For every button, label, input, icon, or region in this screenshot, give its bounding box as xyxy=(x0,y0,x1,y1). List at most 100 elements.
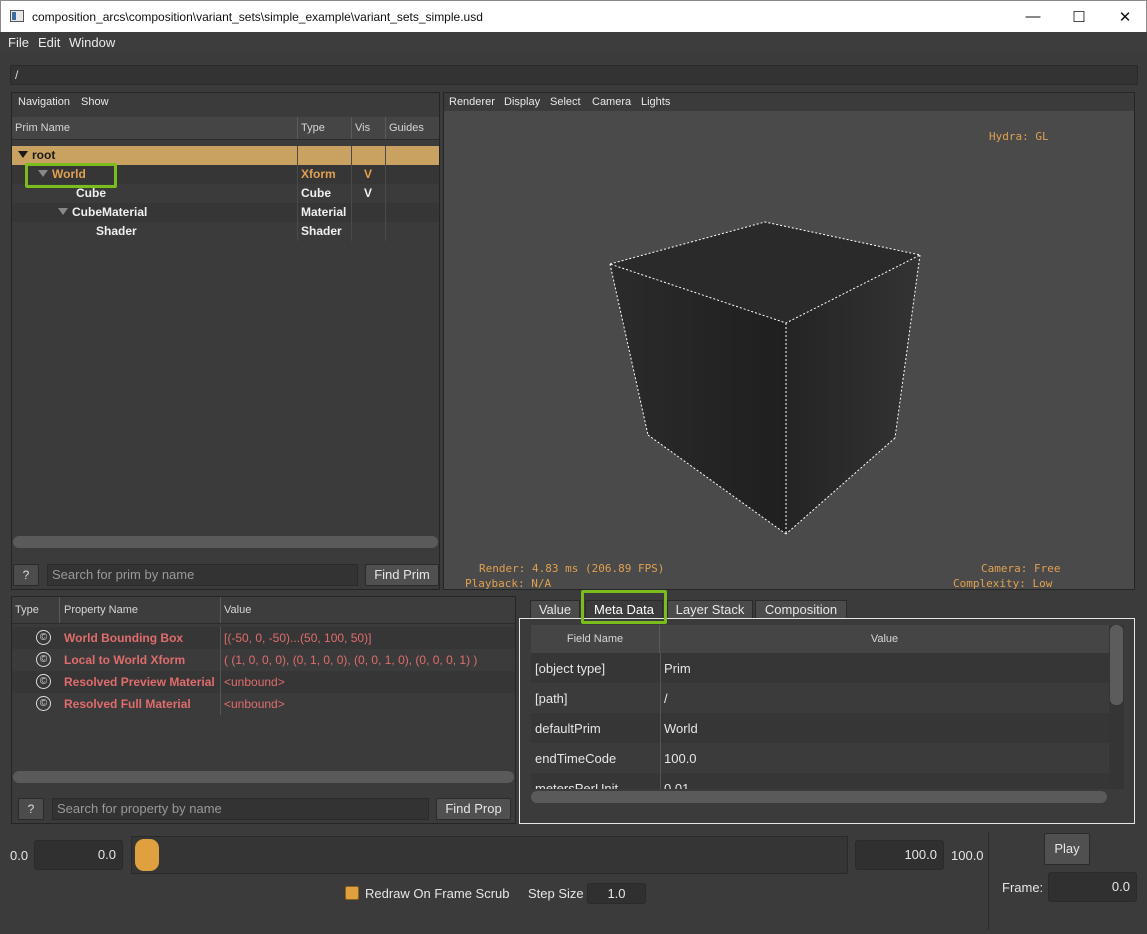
meta-data-tab-highlight xyxy=(581,590,667,624)
property-value: <unbound> xyxy=(224,697,285,711)
col-meta-value[interactable]: Value xyxy=(660,625,1109,653)
viewport-panel[interactable]: Renderer Display Select Camera Lights Hy… xyxy=(443,92,1135,590)
metadata-vscroll-track[interactable] xyxy=(1109,625,1124,789)
prim-tree-scrollbar[interactable] xyxy=(13,536,438,548)
metadata-row[interactable]: metersPerUnit 0.01 xyxy=(531,773,1109,789)
property-row[interactable]: © Local to World Xform ( (1, 0, 0, 0), (… xyxy=(12,649,515,671)
prim-tree: root World Xform V Cube Cube V CubeMater… xyxy=(12,140,439,536)
metadata-row[interactable]: [object type] Prim xyxy=(531,653,1109,683)
metadata-panel: Value Meta Data Layer Stack Composition … xyxy=(519,596,1135,824)
prim-vis[interactable]: V xyxy=(364,165,372,184)
expand-arrow-icon[interactable] xyxy=(18,151,28,158)
metadata-value: 100.0 xyxy=(664,751,697,766)
col-type[interactable]: Type xyxy=(298,117,352,139)
play-button[interactable]: Play xyxy=(1044,833,1090,865)
end-frame-field[interactable]: 100.0 xyxy=(855,840,944,870)
property-value: [(-50, 0, -50)...(50, 100, 50)] xyxy=(224,631,372,645)
end-frame-label: 100.0 xyxy=(951,848,984,863)
computed-property-icon: © xyxy=(36,674,51,689)
hud-complexity: Complexity: Low xyxy=(953,577,1053,590)
property-panel: Type Property Name Value © World Boundin… xyxy=(11,596,516,824)
property-help-button[interactable]: ? xyxy=(18,798,44,820)
title-bar: composition_arcs\composition\variant_set… xyxy=(0,0,1147,32)
menu-bar: File Edit Window xyxy=(0,32,1147,53)
find-prop-button[interactable]: Find Prop xyxy=(436,798,511,820)
world-highlight-box xyxy=(25,163,117,188)
prim-vis[interactable]: V xyxy=(364,184,372,203)
hud-render: Render: 4.83 ms (206.89 FPS) xyxy=(479,562,665,575)
metadata-value: 0.01 xyxy=(664,781,690,789)
hud-playback: Playback: N/A xyxy=(465,577,552,590)
prim-tree-header: Prim Name Type Vis Guides xyxy=(12,117,439,140)
prim-name: CubeMaterial xyxy=(72,205,148,219)
prim-name: root xyxy=(32,148,56,162)
tree-row-cubematerial[interactable]: CubeMaterial Material xyxy=(12,203,439,222)
menu-file[interactable]: File xyxy=(8,35,29,50)
computed-property-icon: © xyxy=(36,630,51,645)
col-prop-type[interactable]: Type xyxy=(12,597,60,623)
menu-show[interactable]: Show xyxy=(81,96,109,108)
property-row[interactable]: © World Bounding Box [(-50, 0, -50)...(5… xyxy=(12,627,515,649)
property-value: ( (1, 0, 0, 0), (0, 1, 0, 0), (0, 0, 1, … xyxy=(224,653,478,667)
step-size-field[interactable]: 1.0 xyxy=(587,883,646,904)
col-vis[interactable]: Vis xyxy=(352,117,386,139)
metadata-field: [object type] xyxy=(535,661,606,676)
tab-value[interactable]: Value xyxy=(530,600,580,618)
property-search-input[interactable]: Search for property by name xyxy=(52,798,429,820)
timeline-slider-handle[interactable] xyxy=(135,839,159,871)
metadata-hscroll[interactable] xyxy=(531,791,1107,803)
menu-edit[interactable]: Edit xyxy=(38,35,60,50)
menu-window[interactable]: Window xyxy=(69,35,115,50)
prim-type: Material xyxy=(301,205,347,219)
prim-search-input[interactable]: Search for prim by name xyxy=(47,564,358,586)
redraw-label: Redraw On Frame Scrub xyxy=(365,886,510,901)
metadata-row[interactable]: [path] / xyxy=(531,683,1109,713)
metadata-vscroll-thumb[interactable] xyxy=(1110,625,1123,705)
tree-row-shader[interactable]: Shader Shader xyxy=(12,222,439,241)
metadata-value: World xyxy=(664,721,698,736)
expand-arrow-icon[interactable] xyxy=(58,208,68,215)
tab-layer-stack[interactable]: Layer Stack xyxy=(667,600,753,618)
col-guides[interactable]: Guides xyxy=(386,117,439,139)
metadata-row[interactable]: endTimeCode 100.0 xyxy=(531,743,1109,773)
property-row[interactable]: © Resolved Full Material <unbound> xyxy=(12,693,515,715)
window-title: composition_arcs\composition\variant_set… xyxy=(32,10,483,24)
property-name: World Bounding Box xyxy=(64,631,184,645)
metadata-field: endTimeCode xyxy=(535,751,617,766)
computed-property-icon: © xyxy=(36,696,51,711)
col-prop-name[interactable]: Property Name xyxy=(60,597,221,623)
metadata-value: / xyxy=(664,691,668,706)
hud-camera: Camera: Free xyxy=(981,562,1061,575)
redraw-checkbox[interactable] xyxy=(345,886,359,900)
close-button[interactable]: ✕ xyxy=(1102,1,1147,32)
property-scrollbar[interactable] xyxy=(13,771,514,783)
metadata-field: defaultPrim xyxy=(535,721,601,736)
maximize-button[interactable]: ☐ xyxy=(1056,1,1102,32)
col-prim-name[interactable]: Prim Name xyxy=(12,117,298,139)
find-prim-button[interactable]: Find Prim xyxy=(365,564,439,586)
minimize-button[interactable]: — xyxy=(1010,1,1056,32)
metadata-table-frame: Field Name Value [object type] Prim [pat… xyxy=(519,618,1135,824)
metadata-value: Prim xyxy=(664,661,691,676)
metadata-rows: [object type] Prim [path] / defaultPrim … xyxy=(531,653,1109,789)
property-name: Local to World Xform xyxy=(64,653,186,667)
frame-field[interactable]: 0.0 xyxy=(1048,872,1137,902)
metadata-row[interactable]: defaultPrim World xyxy=(531,713,1109,743)
prim-path-field[interactable]: / xyxy=(10,65,1138,85)
tab-composition[interactable]: Composition xyxy=(755,600,847,618)
col-field-name[interactable]: Field Name xyxy=(531,625,660,653)
start-frame-field[interactable]: 0.0 xyxy=(34,840,123,870)
property-value: <unbound> xyxy=(224,675,285,689)
metadata-field: metersPerUnit xyxy=(535,781,619,789)
col-prop-value[interactable]: Value xyxy=(221,597,515,623)
property-row[interactable]: © Resolved Preview Material <unbound> xyxy=(12,671,515,693)
app-icon xyxy=(10,10,24,22)
menu-navigation[interactable]: Navigation xyxy=(18,96,70,108)
property-name: Resolved Preview Material xyxy=(64,675,215,689)
prim-help-button[interactable]: ? xyxy=(13,564,39,586)
prim-type: Shader xyxy=(301,224,342,238)
timeline-slider[interactable] xyxy=(131,836,848,874)
prim-type: Cube xyxy=(301,186,331,200)
prim-type: Xform xyxy=(301,167,336,181)
property-header: Type Property Name Value xyxy=(12,597,515,624)
